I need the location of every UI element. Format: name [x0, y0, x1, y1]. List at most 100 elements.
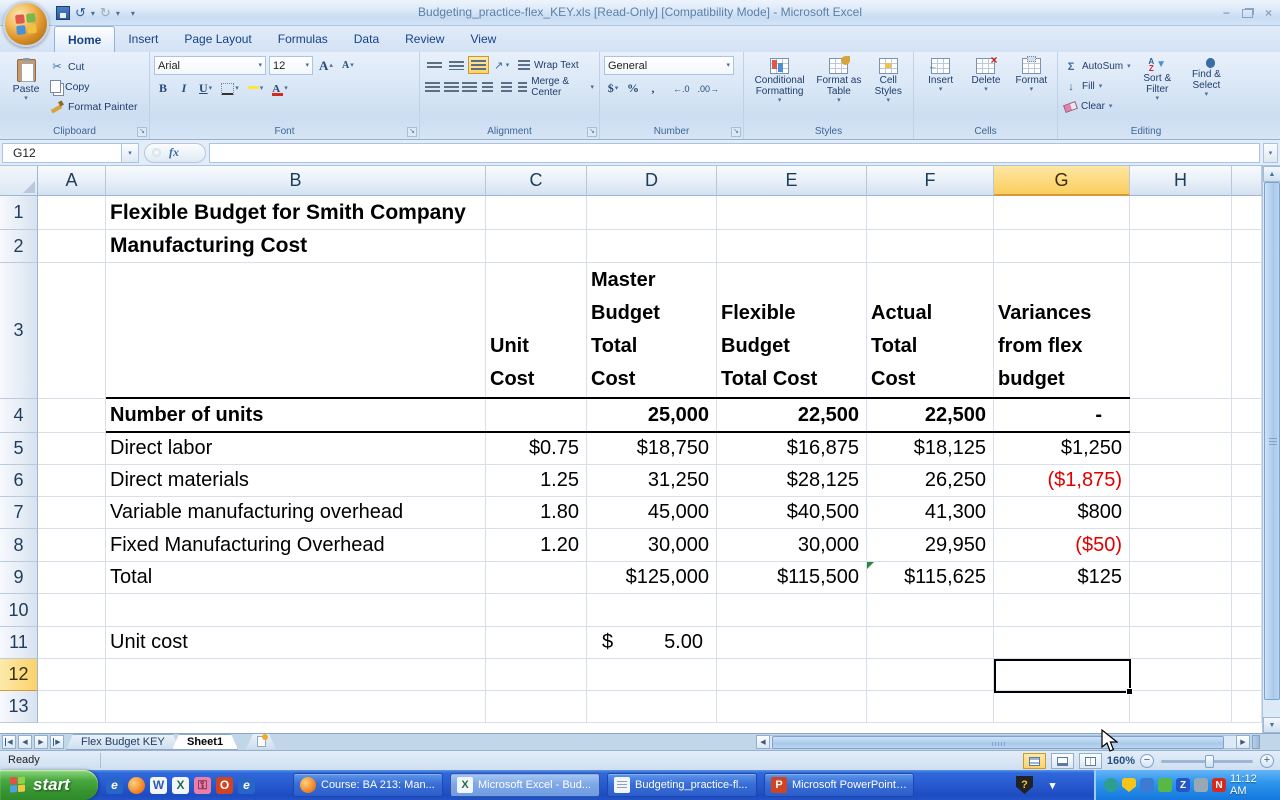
cell-C6[interactable]: 1.25 — [486, 465, 587, 497]
cell-G5[interactable]: $1,250 — [994, 433, 1130, 465]
cell-partial10[interactable] — [1232, 594, 1262, 627]
accounting-format-button[interactable]: $▾ — [604, 79, 622, 98]
column-header-D[interactable]: D — [587, 166, 717, 196]
tab-split-handle[interactable] — [1252, 735, 1260, 749]
top-align-button[interactable] — [424, 56, 445, 74]
fill-button[interactable]: ↓ Fill ▾ — [1062, 78, 1133, 95]
format-painter-button[interactable]: Format Painter — [48, 98, 139, 115]
cell-F1[interactable] — [867, 196, 994, 230]
row-header-10[interactable]: 10 — [0, 594, 38, 627]
taskbar-button-powerpoint[interactable]: P Microsoft PowerPoint ... — [764, 773, 914, 797]
cell-E13[interactable] — [717, 691, 867, 723]
customize-qat-icon[interactable]: ▾ — [131, 9, 135, 18]
save-icon[interactable] — [56, 6, 70, 20]
cell-G9[interactable]: $125 — [994, 562, 1130, 594]
cell-G1[interactable] — [994, 196, 1130, 230]
cell-A8[interactable] — [38, 529, 106, 562]
cell-C5[interactable]: $0.75 — [486, 433, 587, 465]
tray-globe-icon[interactable] — [1104, 778, 1118, 792]
cell-F3[interactable]: Actual Total Cost — [867, 263, 994, 399]
sheet-tab-sheet1[interactable]: Sheet1 — [172, 734, 238, 750]
cell-A11[interactable] — [38, 627, 106, 659]
cell-A2[interactable] — [38, 230, 106, 263]
zoom-slider-thumb[interactable] — [1205, 755, 1214, 768]
cell-F2[interactable] — [867, 230, 994, 263]
internet-explorer-2-icon[interactable]: e — [238, 777, 255, 794]
cell-E12[interactable] — [717, 659, 867, 691]
row-header-2[interactable]: 2 — [0, 230, 38, 263]
cell-D3[interactable]: Master Budget Total Cost — [587, 263, 717, 399]
cell-E10[interactable] — [717, 594, 867, 627]
office-button[interactable] — [3, 1, 49, 47]
cell-D11[interactable]: $5.00 — [587, 627, 717, 659]
cell-C12[interactable] — [486, 659, 587, 691]
cell-G8[interactable]: ($50) — [994, 529, 1130, 562]
insert-function-button[interactable]: fx — [144, 143, 206, 163]
percent-style-button[interactable]: % — [624, 79, 642, 98]
selected-cell-G12[interactable] — [994, 659, 1131, 693]
tray-z-icon[interactable]: Z — [1176, 778, 1190, 792]
horizontal-scrollbar-thumb[interactable] — [772, 736, 1224, 749]
cell-D2[interactable] — [587, 230, 717, 263]
cell-A13[interactable] — [38, 691, 106, 723]
cell-E3[interactable]: Flexible Budget Total Cost — [717, 263, 867, 399]
delete-cells-button[interactable]: Delete ▾ — [963, 56, 1008, 122]
security-shield-icon[interactable]: ? — [1016, 776, 1033, 794]
shrink-font-button[interactable]: A▾ — [339, 56, 357, 75]
taskbar-button-document[interactable]: Budgeting_practice-fl... — [607, 773, 757, 797]
cell-H12[interactable] — [1130, 659, 1232, 691]
cell-H8[interactable] — [1130, 529, 1232, 562]
column-header-E[interactable]: E — [717, 166, 867, 196]
conditional-formatting-button[interactable]: Conditional Formatting ▾ — [748, 56, 811, 122]
select-all-corner[interactable] — [0, 166, 38, 196]
scroll-down-icon[interactable]: ▼ — [1263, 717, 1280, 733]
row-header-5[interactable]: 5 — [0, 433, 38, 465]
cell-G2[interactable] — [994, 230, 1130, 263]
safely-remove-icon[interactable]: ▾ — [1044, 776, 1061, 794]
taskbar-button-excel[interactable]: X Microsoft Excel - Bud... — [450, 773, 600, 797]
cell-B7[interactable]: Variable manufacturing overhead — [106, 497, 486, 529]
cell-A5[interactable] — [38, 433, 106, 465]
vertical-scrollbar-thumb[interactable] — [1264, 182, 1280, 700]
cell-G4[interactable]: - — [994, 399, 1130, 433]
cell-partial11[interactable] — [1232, 627, 1262, 659]
cell-partial7[interactable] — [1232, 497, 1262, 529]
cell-partial2[interactable] — [1232, 230, 1262, 263]
cell-styles-button[interactable]: Cell Styles ▾ — [867, 56, 910, 122]
cell-G10[interactable] — [994, 594, 1130, 627]
cell-F7[interactable]: 41,300 — [867, 497, 994, 529]
cell-E8[interactable]: 30,000 — [717, 529, 867, 562]
comma-style-button[interactable]: , — [644, 79, 662, 98]
close-button[interactable]: × — [1265, 6, 1272, 20]
align-right-button[interactable] — [461, 78, 478, 96]
cell-G3[interactable]: Variances from flex budget — [994, 263, 1130, 399]
cell-E11[interactable] — [717, 627, 867, 659]
cell-D9[interactable]: $125,000 — [587, 562, 717, 594]
cell-H2[interactable] — [1130, 230, 1232, 263]
row-header-13[interactable]: 13 — [0, 691, 38, 723]
font-dialog-launcher-icon[interactable]: ↘ — [407, 127, 417, 137]
cell-D13[interactable] — [587, 691, 717, 723]
excel-icon[interactable]: X — [172, 777, 189, 794]
vertical-scrollbar[interactable]: ▲ ▼ — [1262, 166, 1280, 733]
tab-review[interactable]: Review — [392, 26, 457, 52]
start-button[interactable]: start — [0, 770, 98, 800]
internet-explorer-icon[interactable]: e — [106, 777, 123, 794]
cell-F9[interactable]: $115,625 — [867, 562, 994, 594]
cell-F10[interactable] — [867, 594, 994, 627]
formula-input[interactable] — [209, 143, 1260, 163]
cell-C1[interactable] — [486, 196, 587, 230]
cell-H5[interactable] — [1130, 433, 1232, 465]
row-header-6[interactable]: 6 — [0, 465, 38, 497]
cell-partial9[interactable] — [1232, 562, 1262, 594]
cell-H11[interactable] — [1130, 627, 1232, 659]
cell-D5[interactable]: $18,750 — [587, 433, 717, 465]
center-button[interactable] — [442, 78, 459, 96]
cell-D7[interactable]: 45,000 — [587, 497, 717, 529]
cell-C3[interactable]: Unit Cost — [486, 263, 587, 399]
scroll-left-icon[interactable]: ◀ — [756, 735, 770, 749]
decrease-decimal-button[interactable]: .00→ — [695, 79, 723, 98]
wrap-text-button[interactable]: Wrap Text — [516, 57, 581, 74]
font-family-select[interactable]: Arial▾ — [154, 56, 266, 75]
paste-button[interactable]: Paste ▾ — [4, 56, 48, 122]
